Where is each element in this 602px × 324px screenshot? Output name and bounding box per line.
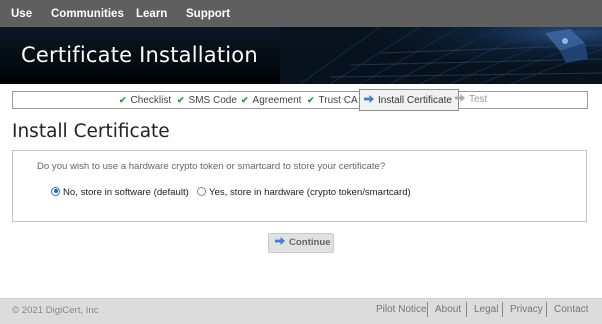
- nav-use[interactable]: Use: [11, 0, 32, 27]
- step-label: Test: [469, 94, 488, 105]
- nav-support[interactable]: Support: [186, 0, 230, 27]
- storage-choice-panel: Do you wish to use a hardware crypto tok…: [12, 150, 587, 222]
- step-install-certificate[interactable]: Install Certificate: [359, 89, 459, 111]
- arrow-right-icon: [455, 94, 465, 103]
- check-icon: ✔: [307, 95, 315, 105]
- option-label: No, store in software (default): [63, 187, 189, 198]
- page-banner: Certificate Installation: [0, 27, 602, 84]
- arrow-right-icon: [275, 237, 285, 246]
- step-label: Trust CA: [318, 95, 358, 106]
- continue-label: Continue: [289, 237, 331, 248]
- footer-link-legal[interactable]: Legal: [474, 304, 498, 315]
- check-icon: ✔: [177, 95, 185, 105]
- arrow-right-icon: [364, 95, 374, 104]
- radio-checked-icon[interactable]: [51, 186, 60, 196]
- page-footer: © 2021 DigiCert, Inc Pilot Notice About …: [0, 298, 602, 324]
- store-in-software-option[interactable]: No, store in software (default): [51, 186, 189, 200]
- footer-divider: [427, 302, 428, 317]
- step-label: Install Certificate: [378, 95, 452, 106]
- top-nav: Use Communities Learn Support: [0, 0, 602, 27]
- step-test: Test: [455, 92, 487, 108]
- radio-unchecked-icon[interactable]: [197, 186, 206, 196]
- page-banner-title: Certificate Installation: [21, 43, 258, 67]
- step-trust-ca[interactable]: ✔ Trust CA: [307, 92, 358, 108]
- footer-divider: [502, 302, 503, 317]
- step-progress-bar: ✔ Checklist ✔ SMS Code ✔ Agreement ✔ Trust C…: [12, 89, 588, 111]
- copyright-text: © 2021 DigiCert, Inc: [12, 305, 99, 316]
- nav-learn[interactable]: Learn: [136, 0, 167, 27]
- store-in-hardware-option[interactable]: Yes, store in hardware (crypto token/sma…: [197, 186, 411, 200]
- footer-link-about[interactable]: About: [435, 304, 461, 315]
- step-label: SMS Code: [188, 95, 237, 106]
- page-title: Install Certificate: [12, 121, 170, 142]
- footer-divider: [466, 302, 467, 317]
- footer-link-contact[interactable]: Contact: [554, 304, 588, 315]
- step-checklist[interactable]: ✔ Checklist: [119, 92, 171, 108]
- check-icon: ✔: [119, 95, 127, 105]
- continue-button[interactable]: Continue: [268, 233, 334, 253]
- footer-link-pilot-notice[interactable]: Pilot Notice: [376, 304, 427, 315]
- footer-link-privacy[interactable]: Privacy: [510, 304, 543, 315]
- step-sms-code[interactable]: ✔ SMS Code: [177, 92, 237, 108]
- option-label: Yes, store in hardware (crypto token/sma…: [209, 187, 411, 198]
- step-label: Agreement: [252, 95, 302, 106]
- footer-divider: [546, 302, 547, 317]
- step-agreement[interactable]: ✔ Agreement: [241, 92, 301, 108]
- storage-question: Do you wish to use a hardware crypto tok…: [37, 161, 386, 172]
- check-icon: ✔: [241, 95, 249, 105]
- step-label: Checklist: [130, 95, 172, 106]
- nav-communities[interactable]: Communities: [51, 0, 124, 27]
